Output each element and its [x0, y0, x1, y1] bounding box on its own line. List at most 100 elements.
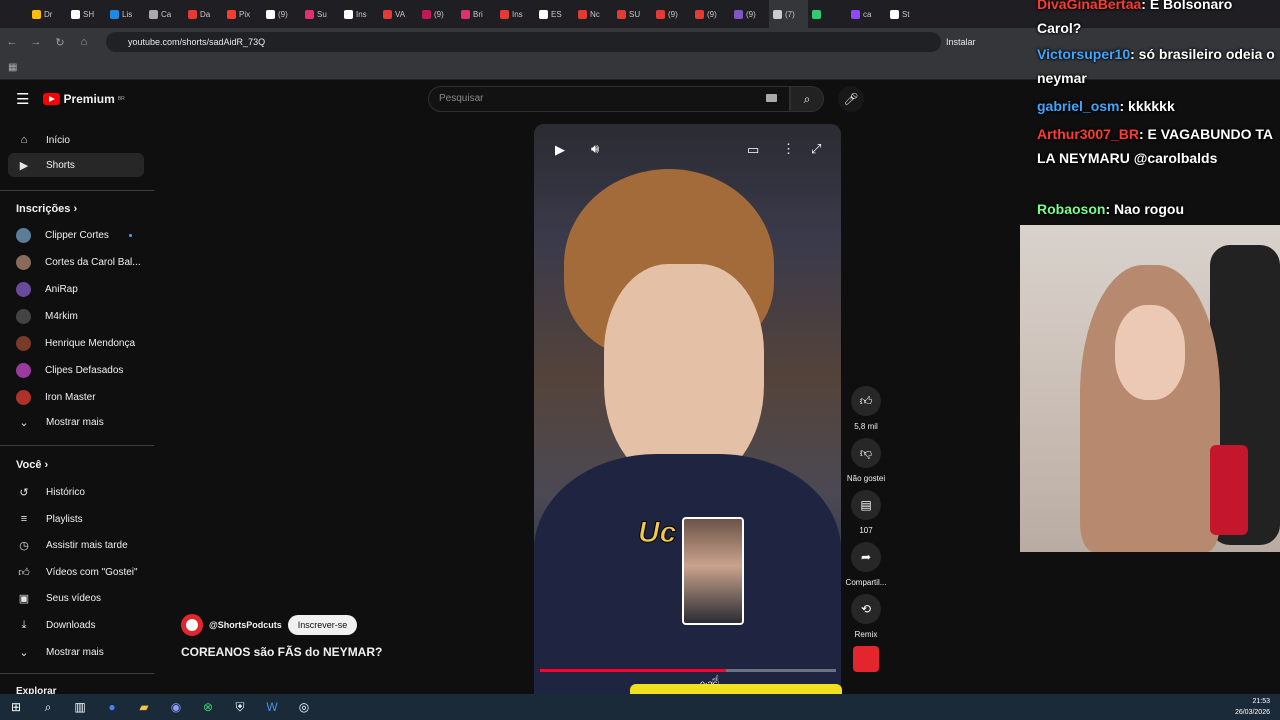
sidebar-item-label: Downloads: [46, 619, 96, 631]
play-icon[interactable]: ▶: [555, 142, 565, 158]
tab-favicon-icon: [149, 9, 158, 19]
comments-button[interactable]: ▤ 107: [840, 490, 892, 535]
channel-sound-logo[interactable]: [853, 646, 879, 672]
sidebar-item-label: Assistir mais tarde: [46, 539, 128, 551]
mic-icon: 🎤︎: [843, 92, 859, 106]
browser-tab[interactable]: Bri: [457, 0, 496, 28]
browser-tab[interactable]: (9): [262, 0, 301, 28]
captions-icon[interactable]: ▭: [747, 142, 759, 158]
sidebar-item-playlists[interactable]: ≡ Playlists: [8, 507, 144, 531]
browser-tab[interactable]: VA: [379, 0, 418, 28]
sidebar: ☰ Premium BR ⌂ Início ▶ Shorts Inscrições ›…: [0, 80, 154, 697]
show-more-you[interactable]: ⌄ Mostrar mais: [8, 640, 144, 664]
sidebar-item-history[interactable]: ↺ Histórico: [8, 480, 144, 504]
browser-tab[interactable]: Ca: [145, 0, 184, 28]
channel-name[interactable]: @ShortsPodcuts: [209, 620, 282, 630]
sidebar-item-sub[interactable]: Clipper Cortes: [8, 223, 144, 247]
obs-icon[interactable]: ◎: [288, 700, 320, 714]
sidebar-item-sub[interactable]: Clipes Defasados: [8, 358, 144, 382]
sidebar-item-sub[interactable]: AniRap: [8, 277, 144, 301]
keyboard-icon[interactable]: [766, 94, 777, 102]
volume-icon[interactable]: 🔊︎: [591, 141, 599, 157]
browser-tab[interactable]: ES: [535, 0, 574, 28]
browser-tab[interactable]: St: [886, 0, 925, 28]
more-vert-icon[interactable]: ⋮: [782, 141, 795, 157]
file-explorer-icon[interactable]: ▰: [128, 700, 160, 714]
chat-message: gabriel_osm: kkkkkk: [1037, 98, 1175, 114]
subscriptions-heading[interactable]: Inscrições ›: [16, 203, 77, 215]
reload-icon[interactable]: ↻: [48, 36, 72, 49]
browser-tab[interactable]: Dr: [28, 0, 67, 28]
search-button[interactable]: ⌕: [790, 86, 824, 112]
browser-tab[interactable]: (9): [730, 0, 769, 28]
security-icon[interactable]: ⛨: [224, 700, 256, 715]
tab-label: VA: [395, 9, 406, 19]
xbox-icon[interactable]: ⊗: [192, 700, 224, 714]
menu-icon[interactable]: ☰: [16, 90, 29, 108]
video-progress-bar[interactable]: [540, 669, 836, 672]
browser-tab[interactable]: Lis: [106, 0, 145, 28]
youtube-logo[interactable]: Premium BR: [43, 92, 125, 106]
browser-tab[interactable]: Nc: [574, 0, 613, 28]
browser-tab[interactable]: SH: [67, 0, 106, 28]
search-icon[interactable]: ⌕: [32, 700, 64, 715]
logo-badge: BR: [117, 96, 125, 102]
tab-label: SH: [83, 9, 95, 19]
sidebar-item-sub[interactable]: Henrique Mendonça: [8, 331, 144, 355]
home-icon[interactable]: ⌂: [72, 36, 96, 48]
subscribe-button[interactable]: Inscrever-se: [287, 615, 358, 635]
forward-icon[interactable]: →: [24, 36, 48, 48]
sidebar-item-sub[interactable]: Iron Master: [8, 385, 144, 409]
browser-tab[interactable]: SU: [613, 0, 652, 28]
channel-avatar[interactable]: [181, 614, 203, 636]
sidebar-item-home[interactable]: ⌂ Início: [8, 128, 144, 152]
browser-tab[interactable]: Da: [184, 0, 223, 28]
header-logo: ☰ Premium BR: [16, 90, 125, 108]
sidebar-item-sub[interactable]: Cortes da Carol Bal...: [8, 250, 144, 274]
browser-tab[interactable]: ca: [847, 0, 886, 28]
voice-search-button[interactable]: 🎤︎: [838, 86, 864, 112]
browser-tab[interactable]: (9): [418, 0, 457, 28]
search-input[interactable]: Pesquisar: [428, 86, 790, 112]
browser-tab[interactable]: Pix: [223, 0, 262, 28]
browser-tab[interactable]: (9): [652, 0, 691, 28]
sidebar-item-shorts[interactable]: ▶ Shorts: [8, 153, 144, 177]
browser-tab[interactable]: Ins: [340, 0, 379, 28]
chevron-down-icon: ⌄: [19, 416, 29, 429]
video-icon: ▣: [18, 592, 30, 605]
browser-tab[interactable]: (7): [769, 0, 808, 28]
sidebar-item-sub[interactable]: M4rkim: [8, 304, 144, 328]
task-view-icon[interactable]: ▥: [64, 700, 96, 714]
thumb-up-icon: 👍︎: [18, 566, 30, 579]
like-button[interactable]: 👍︎ 5,8 mil: [840, 386, 892, 431]
tab-label: Bri: [473, 9, 483, 19]
tab-label: St: [902, 9, 910, 19]
tab-favicon-icon: [71, 9, 80, 19]
you-heading[interactable]: Você ›: [16, 459, 48, 471]
windows-start-icon[interactable]: ⊞: [0, 700, 32, 714]
shorts-video-player[interactable]: ▶ 🔊︎ ▭ ⋮ ⤢ Uc 0:36: [534, 124, 841, 694]
show-more-subs[interactable]: ⌄ Mostrar mais: [8, 410, 144, 434]
short-title[interactable]: COREANOS são FÃS do NEYMAR?: [181, 645, 382, 659]
url-field[interactable]: youtube.com/shorts/sadAidR_73Q: [106, 32, 941, 52]
browser-tab[interactable]: Su: [301, 0, 340, 28]
back-icon[interactable]: ←: [0, 36, 24, 48]
share-button[interactable]: ➦ Compartil...: [840, 542, 892, 587]
browser-tab[interactable]: Ins: [496, 0, 535, 28]
fullscreen-icon[interactable]: ⤢: [811, 141, 821, 157]
dislike-button[interactable]: 👎︎ Não gostei: [840, 438, 892, 483]
install-button[interactable]: Instalar: [946, 33, 996, 51]
browser-tab[interactable]: [808, 0, 847, 28]
system-clock[interactable]: 21:53 26/03/2026: [1235, 696, 1270, 718]
chrome-icon[interactable]: ●: [96, 700, 128, 714]
apps-grid-icon[interactable]: ▦: [8, 62, 17, 73]
remix-button[interactable]: ⟲ Remix: [840, 594, 892, 639]
sidebar-item-watch-later[interactable]: ◷ Assistir mais tarde: [8, 533, 144, 557]
browser-tab[interactable]: (9): [691, 0, 730, 28]
sidebar-item-liked[interactable]: 👍︎ Vídeos com "Gostei": [8, 560, 144, 584]
word-icon[interactable]: W: [256, 700, 288, 714]
tab-label: (9): [434, 9, 444, 19]
discord-icon[interactable]: ◉: [160, 700, 192, 714]
sidebar-item-your-videos[interactable]: ▣ Seus vídeos: [8, 586, 144, 610]
sidebar-item-downloads[interactable]: ⤓ Downloads: [8, 613, 144, 637]
